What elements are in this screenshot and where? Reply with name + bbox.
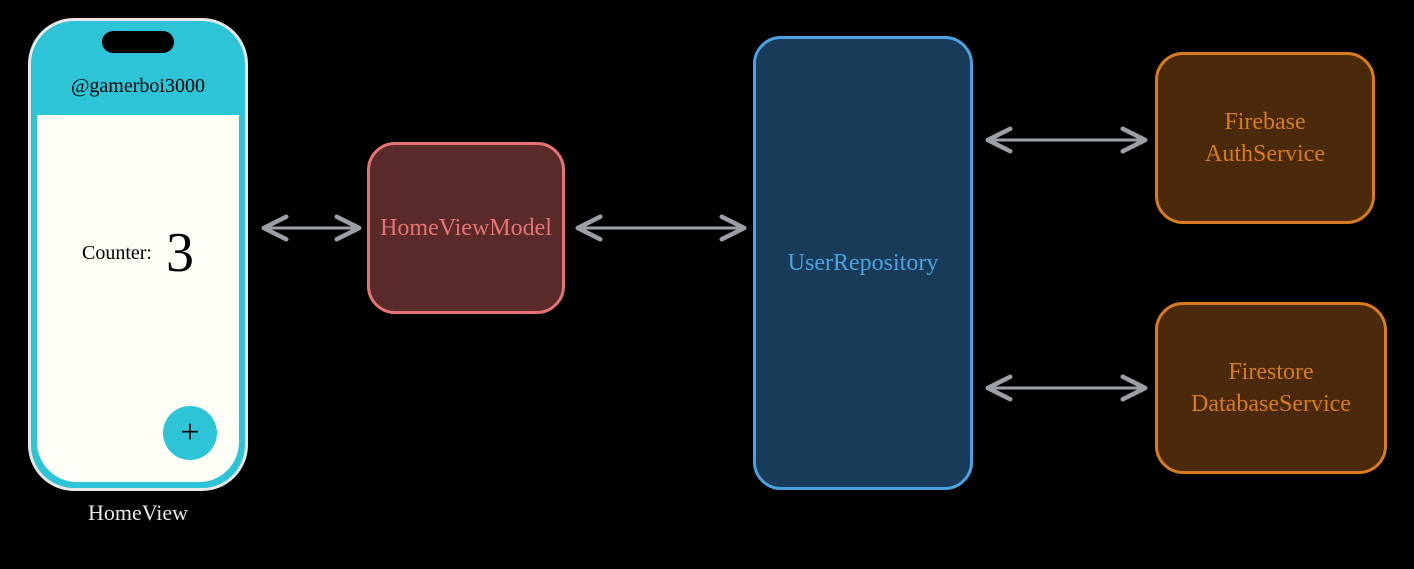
phone-screen: Counter: 3 + [37,115,239,482]
phone-mockup: @gamerboi3000 Counter: 3 + [28,18,248,491]
firebase-auth-box: Firebase AuthService [1155,52,1375,224]
user-repository-box: UserRepository [753,36,973,490]
home-viewmodel-label: HomeViewModel [380,212,552,244]
counter-row: Counter: 3 [37,225,239,281]
firestore-db-box: Firestore DatabaseService [1155,302,1387,474]
firestore-db-label: Firestore DatabaseService [1191,356,1351,421]
firebase-auth-label: Firebase AuthService [1205,106,1325,171]
username-label: @gamerboi3000 [71,75,205,98]
phone-header: @gamerboi3000 [31,57,245,115]
home-view-caption: HomeView [28,500,248,526]
add-button[interactable]: + [163,406,217,460]
plus-icon: + [180,414,199,452]
counter-label: Counter: [82,242,152,265]
counter-value: 3 [166,225,194,281]
home-viewmodel-box: HomeViewModel [367,142,565,314]
architecture-diagram: @gamerboi3000 Counter: 3 + HomeView Home… [0,0,1414,569]
user-repository-label: UserRepository [788,247,939,279]
phone-notch [102,31,174,53]
